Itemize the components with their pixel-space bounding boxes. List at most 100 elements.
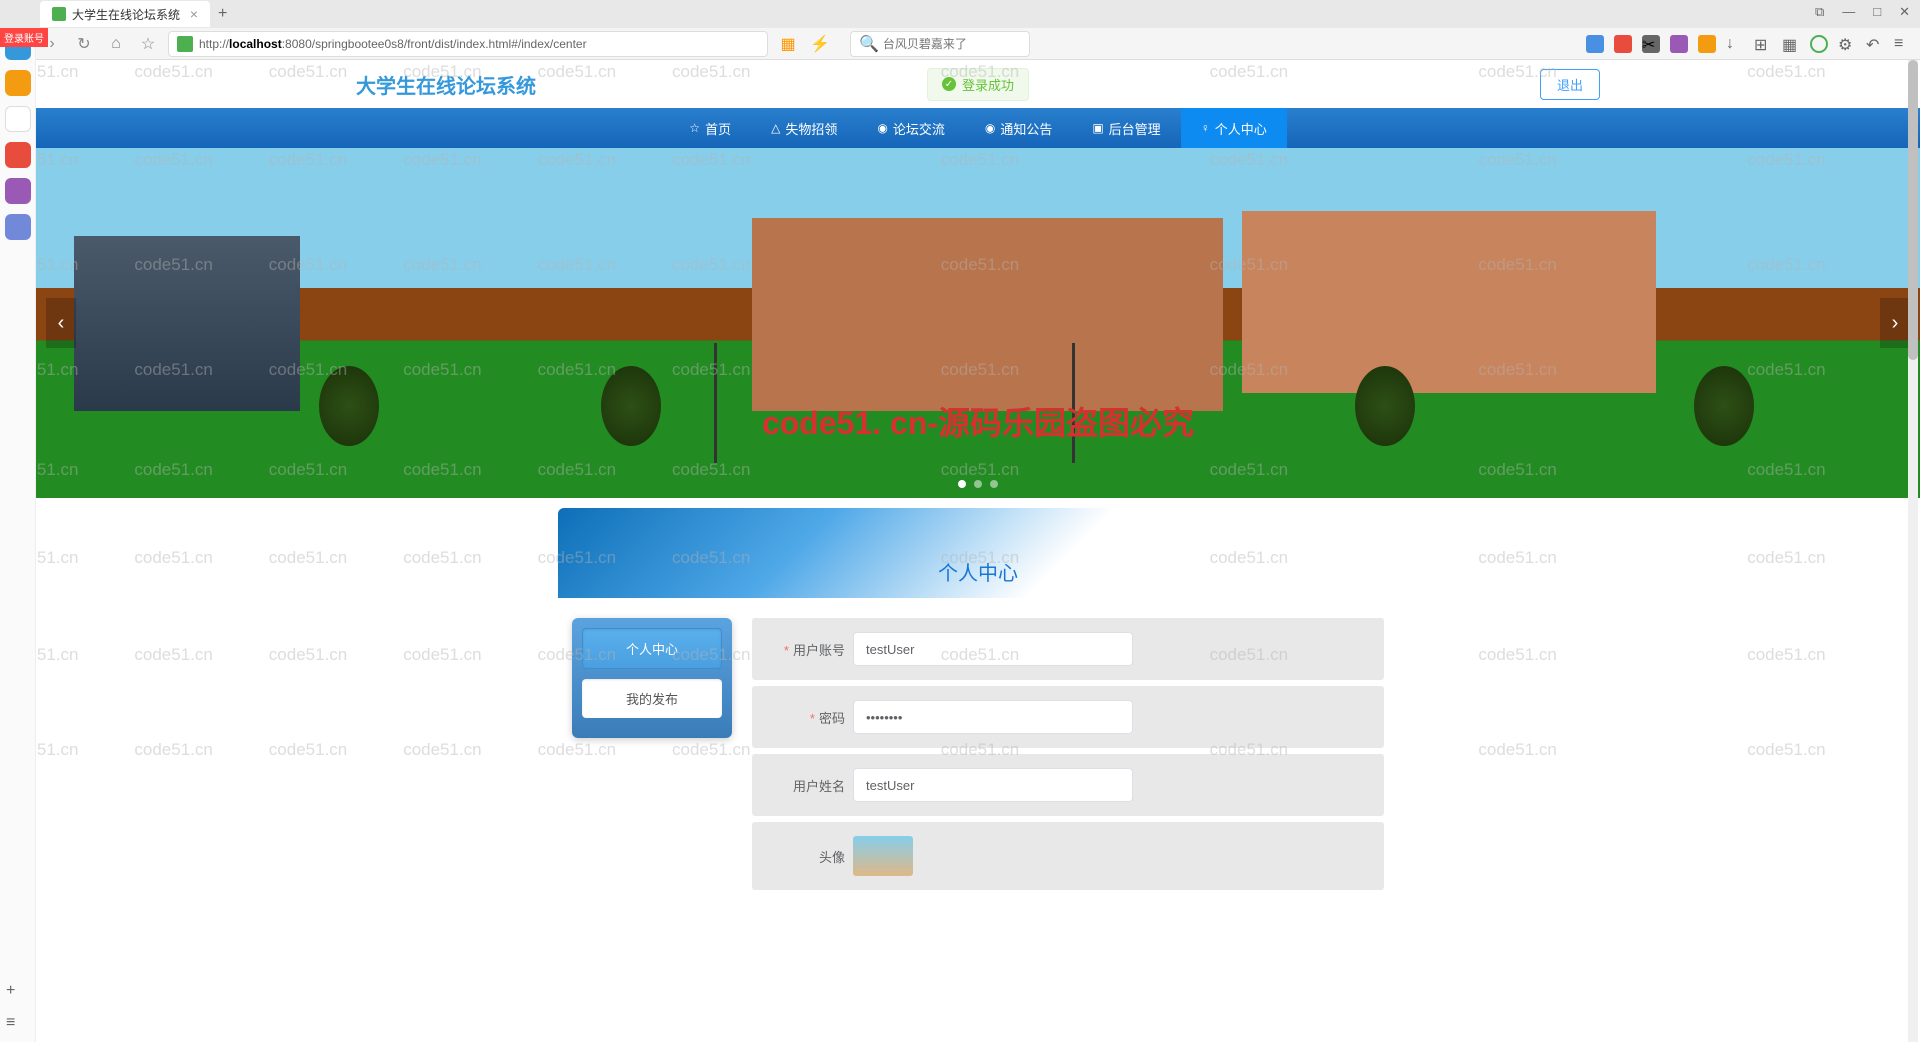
puzzle-icon[interactable]: ⊞ (1754, 35, 1772, 53)
list-sidebar-icon[interactable]: ≡ (6, 1014, 15, 1032)
sidebar-discord-icon[interactable] (5, 214, 31, 240)
mail-icon[interactable] (1586, 35, 1604, 53)
menu-button-个人中心[interactable]: 个人中心 (582, 628, 722, 669)
undo-icon[interactable]: ↶ (1866, 35, 1884, 53)
form-row-头像: 头像 (752, 822, 1384, 890)
search-box[interactable]: 🔍 (850, 31, 1030, 57)
avatar-preview[interactable] (853, 836, 913, 876)
success-text: 登录成功 (962, 75, 1014, 94)
download-icon[interactable]: ↓ (1726, 35, 1744, 53)
circle-icon[interactable] (1810, 35, 1828, 53)
close-window-icon[interactable]: ✕ (1899, 4, 1910, 20)
tab-close-icon[interactable]: × (190, 6, 198, 22)
main-nav: ☆首页△失物招领◉论坛交流◉通知公告▣后台管理♀个人中心 (36, 108, 1920, 148)
toolbar-icons: ✂ ↓ ⊞ ▦ ⚙ ↶ ≡ (1586, 35, 1912, 53)
nav-item-后台管理[interactable]: ▣ 后台管理 (1072, 108, 1180, 148)
minimize-icon[interactable]: — (1842, 4, 1855, 20)
qr-icon[interactable]: ▦ (776, 32, 800, 56)
shield-icon (177, 36, 193, 52)
card-header: 个人中心 (558, 508, 1398, 598)
logout-button[interactable]: 退出 (1540, 69, 1600, 100)
reload-button[interactable]: ↻ (72, 32, 96, 56)
nav-icon: ☆ (689, 121, 700, 135)
carousel-next-button[interactable]: › (1880, 298, 1910, 348)
shield-ext-icon[interactable] (1698, 35, 1716, 53)
form-row-密码: *密码 (752, 686, 1384, 748)
side-menu: 个人中心我的发布 (572, 618, 732, 738)
success-toast: 登录成功 (927, 68, 1029, 101)
scrollbar-thumb[interactable] (1908, 60, 1918, 360)
密码-input[interactable] (853, 700, 1133, 734)
search-input[interactable] (883, 37, 1021, 51)
scrollbar[interactable] (1908, 60, 1918, 1042)
nav-icon: △ (771, 121, 780, 135)
carousel-dot[interactable] (974, 480, 982, 488)
nav-label: 失物招领 (785, 119, 837, 138)
site-title: 大学生在线论坛系统 (356, 70, 536, 99)
card-title: 个人中心 (938, 557, 1018, 586)
sidebar-bottom: + ≡ (6, 982, 15, 1032)
carousel-dot[interactable] (990, 480, 998, 488)
nav-item-首页[interactable]: ☆ 首页 (669, 108, 751, 148)
maximize-icon[interactable]: □ (1873, 4, 1881, 20)
tree-graphic (1694, 366, 1754, 446)
用户姓名-input[interactable] (853, 768, 1133, 802)
carousel-dots (958, 480, 998, 488)
gear-icon[interactable]: ⚙ (1838, 35, 1856, 53)
tree-graphic (1355, 366, 1415, 446)
nav-icon: ♀ (1201, 121, 1210, 135)
url-text: http://localhost:8080/springbootee0s8/fr… (199, 37, 587, 51)
sidebar-star-icon[interactable] (5, 70, 31, 96)
nav-label: 后台管理 (1109, 119, 1161, 138)
nav-icon: ◉ (877, 121, 887, 135)
nav-item-论坛交流[interactable]: ◉论坛交流 (857, 108, 965, 148)
tree-graphic (319, 366, 379, 446)
carousel-dot[interactable] (958, 480, 966, 488)
form-row-用户姓名: 用户姓名 (752, 754, 1384, 816)
browser-chrome: 大学生在线论坛系统 × + ‹ › ↻ ⌂ ☆ http://localhost… (0, 0, 1920, 60)
content-card: 个人中心 个人中心我的发布 *用户账号 *密码用户姓名头像 (558, 508, 1398, 916)
nav-item-失物招领[interactable]: △ 失物招领 (751, 108, 857, 148)
form-label: *用户账号 (770, 640, 845, 659)
用户账号-input[interactable] (853, 632, 1133, 666)
lamp-graphic (714, 343, 717, 463)
url-box[interactable]: http://localhost:8080/springbootee0s8/fr… (168, 31, 768, 57)
sidebar-ai-icon[interactable] (5, 142, 31, 168)
tab-overview-icon[interactable]: ⧉ (1815, 4, 1824, 20)
browser-sidebar (0, 28, 36, 1042)
favorite-button[interactable]: ☆ (136, 32, 160, 56)
search-icon: 🔍 (859, 34, 879, 54)
watermark-red: code51. cn-源码乐园盗图必究 (762, 398, 1194, 444)
form-row-用户账号: *用户账号 (752, 618, 1384, 680)
add-sidebar-icon[interactable]: + (6, 982, 15, 1000)
site-header: 大学生在线论坛系统 登录成功 退出 (36, 60, 1920, 108)
form-label: *密码 (770, 708, 845, 727)
menu-button-我的发布[interactable]: 我的发布 (582, 679, 722, 718)
nav-label: 通知公告 (1000, 119, 1052, 138)
scissors-icon[interactable]: ✂ (1642, 35, 1660, 53)
nav-label: 首页 (705, 119, 731, 138)
apps-icon[interactable]: ▦ (1782, 35, 1800, 53)
building-graphic (74, 236, 300, 411)
carousel: ‹ › code51. cn-源码乐园盗图必究 (36, 148, 1920, 498)
nav-item-个人中心[interactable]: ♀个人中心 (1181, 108, 1287, 148)
bolt-icon[interactable]: ⚡ (808, 32, 832, 56)
login-badge[interactable]: 登录账号 (0, 28, 48, 47)
purple-ext-icon[interactable] (1670, 35, 1688, 53)
new-tab-button[interactable]: + (218, 5, 227, 23)
sidebar-assistant-icon[interactable] (5, 178, 31, 204)
menu-icon[interactable]: ≡ (1894, 35, 1912, 53)
carousel-prev-button[interactable]: ‹ (46, 298, 76, 348)
weibo-icon[interactable] (1614, 35, 1632, 53)
nav-icon: ◉ (985, 121, 995, 135)
home-button[interactable]: ⌂ (104, 32, 128, 56)
nav-icon: ▣ (1092, 121, 1103, 135)
nav-item-通知公告[interactable]: ◉ 通知公告 (965, 108, 1073, 148)
address-bar: ‹ › ↻ ⌂ ☆ http://localhost:8080/springbo… (0, 28, 1920, 60)
page-content: 大学生在线论坛系统 登录成功 退出 ☆首页△失物招领◉论坛交流◉通知公告▣后台管… (36, 60, 1920, 916)
building-graphic (752, 218, 1223, 411)
form-area: *用户账号 *密码用户姓名头像 (752, 618, 1384, 896)
sidebar-chat-icon[interactable] (5, 106, 31, 132)
window-controls: ⧉ — □ ✕ (1815, 4, 1910, 20)
browser-tab[interactable]: 大学生在线论坛系统 × (40, 1, 210, 27)
